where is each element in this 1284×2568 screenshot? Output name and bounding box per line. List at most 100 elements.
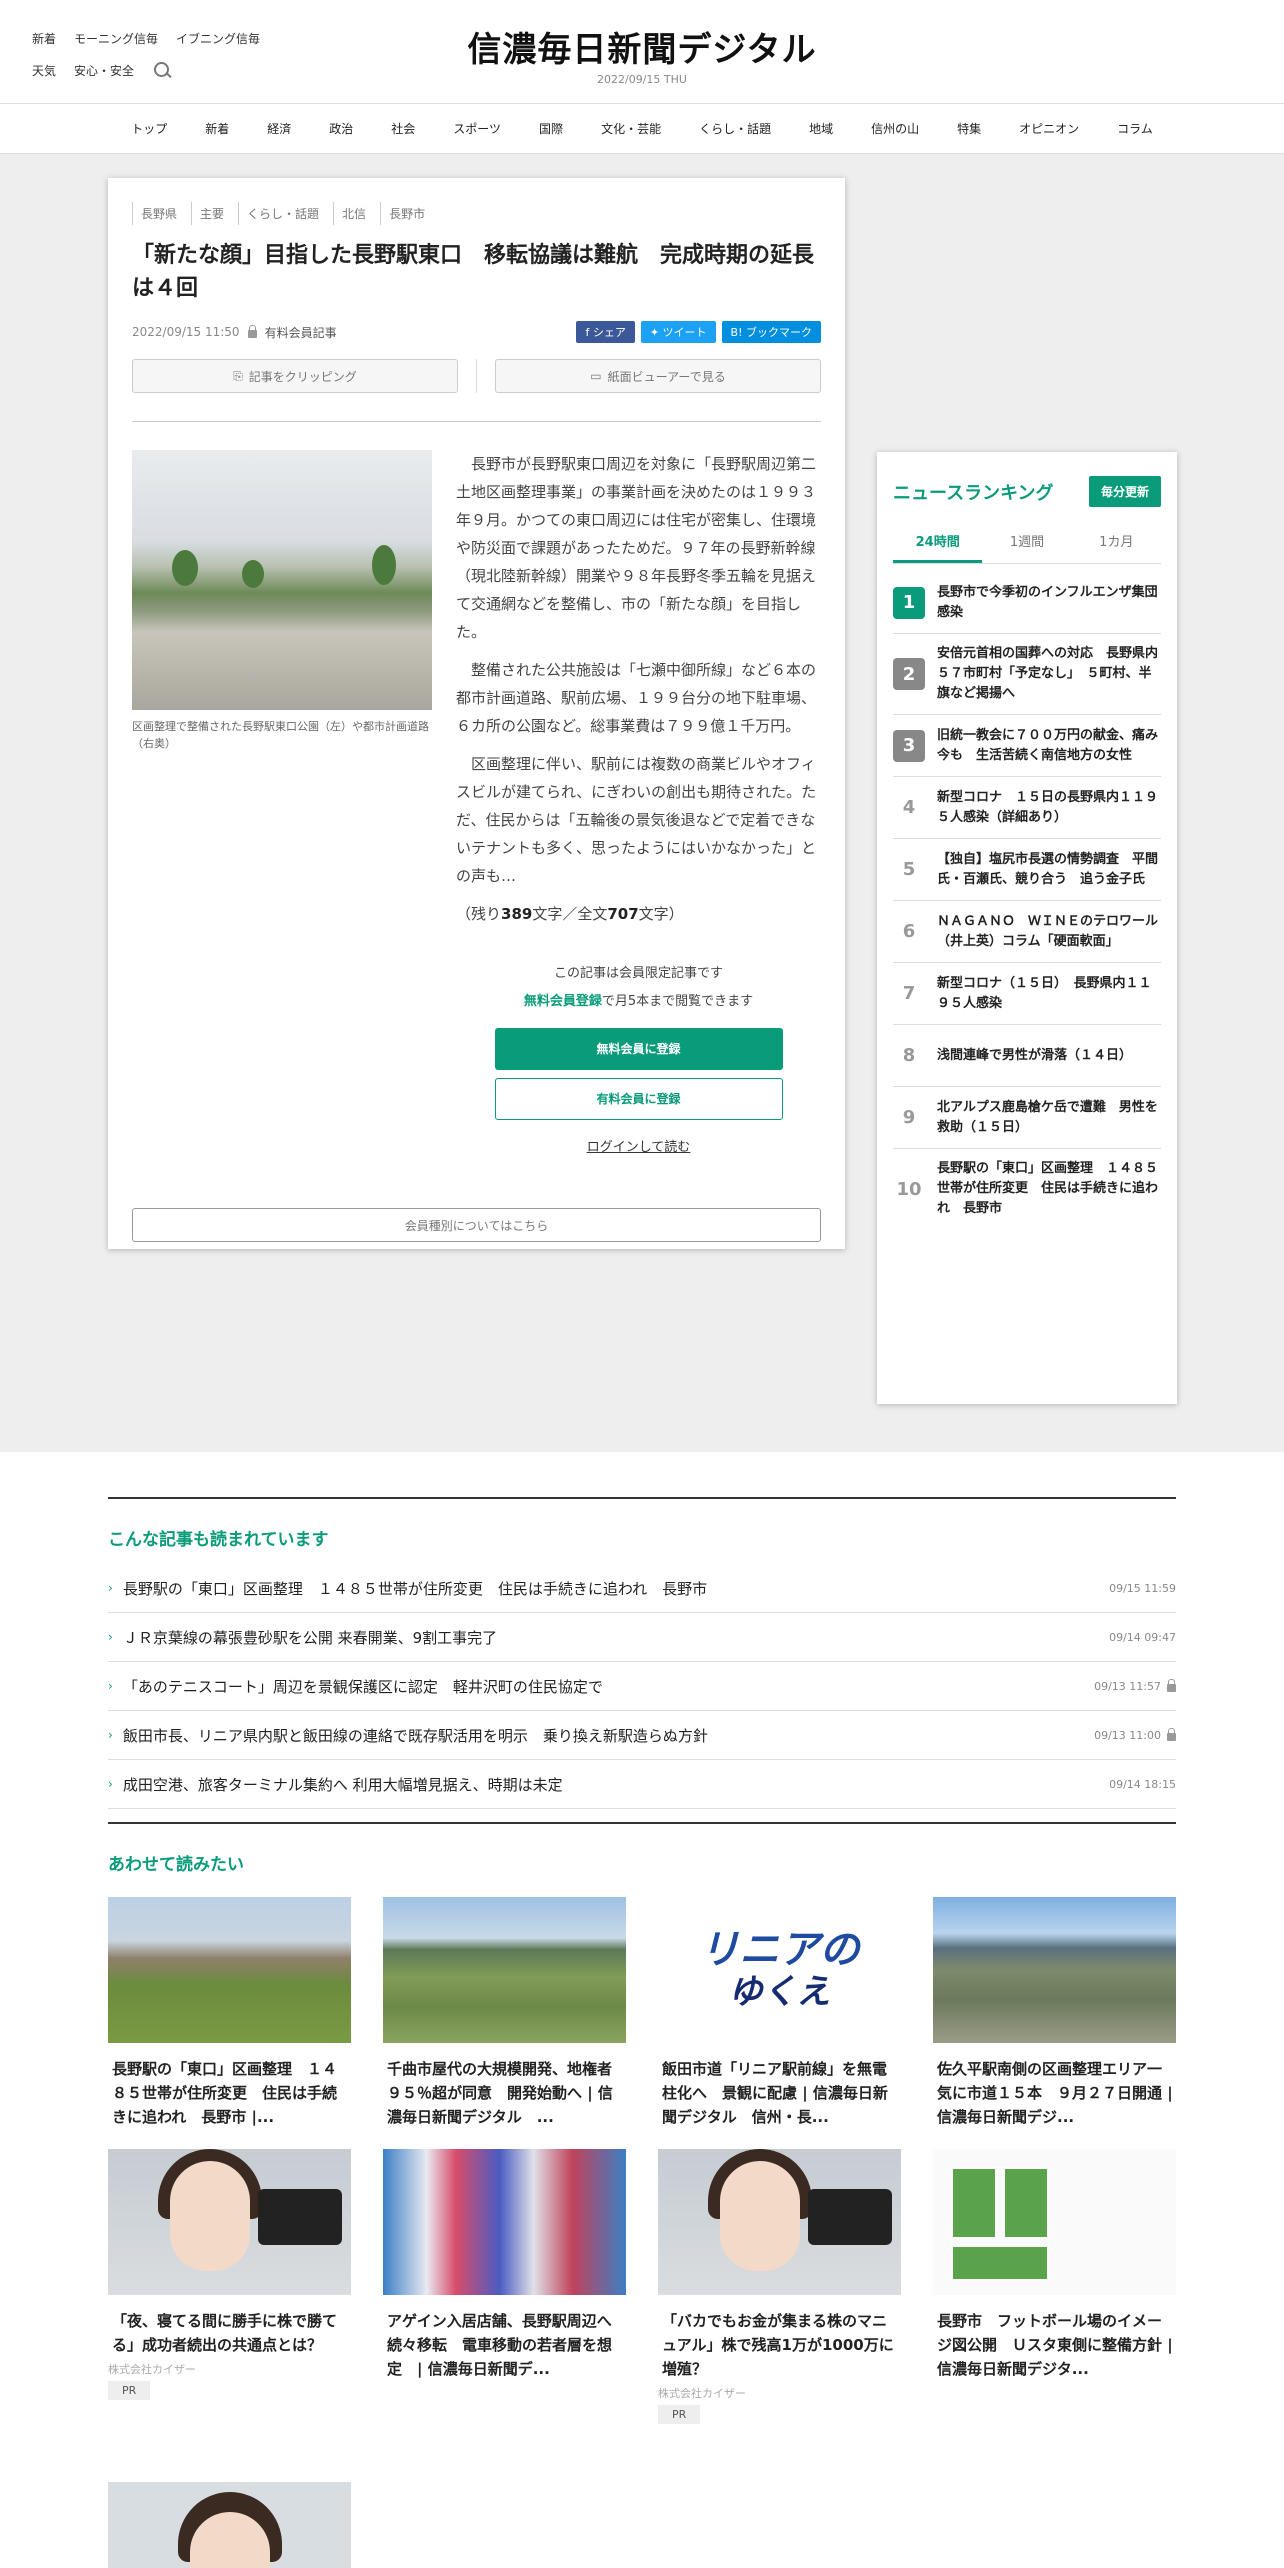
header-date: 2022/09/15 THU	[597, 73, 687, 86]
list-item[interactable]: › 「あのテニスコート」周辺を景観保護区に認定 軽井沢町の住民協定で 09/13 1…	[108, 1662, 1176, 1711]
nav-item[interactable]: 地域	[790, 120, 852, 137]
nav-item[interactable]: オピニオン	[1000, 120, 1098, 137]
card-title: 「バカでもお金が集まる株のマニュアル」株で残高1万が1000万に増殖？	[662, 2312, 894, 2378]
recommended-grid: 長野駅の「東口」区画整理 １４８５世帯が住所変更 住民は手続きに追われ 長野市 …	[108, 1897, 1176, 2424]
card-title: アゲイン入居店舗、長野駅周辺へ続々移転 電車移動の若者層を想定 | 信濃毎日新聞…	[387, 2312, 613, 2378]
nav-item[interactable]: 文化・芸能	[582, 120, 680, 137]
nav-item[interactable]: トップ	[112, 120, 186, 137]
header-link-morning[interactable]: モーニング信毎	[74, 30, 158, 47]
nav-item[interactable]: 新着	[186, 120, 248, 137]
card-thumbnail	[933, 2149, 1176, 2295]
recommended-card[interactable]: リニアの ゆくえ 飯田市道「リニア駅前線」を無電柱化へ 景観に配慮 | 信濃毎日…	[658, 1897, 901, 2129]
ad-card[interactable]: 「夜、寝てる間に勝手に株で勝てる」成功者続出の共通点とは？ 株式会社カイザー P…	[108, 2149, 351, 2424]
header-link-safety[interactable]: 安心・安全	[74, 62, 134, 79]
header-link-weather[interactable]: 天気	[32, 62, 56, 79]
rank-number: 9	[902, 1107, 916, 1128]
article-headline: 「新たな顔」目指した長野駅東口 移転協議は難航 完成時期の延長は４回	[132, 243, 815, 301]
tag[interactable]: 長野県	[132, 202, 185, 225]
ranking-title-text: 長野市で今季初のインフルエンザ集団感染	[937, 584, 1158, 620]
article-meta: 2022/09/15 11:50 有料会員記事 f シェア ✦ ツイート B! …	[132, 321, 821, 343]
paywall-line-text: で月5本まで閲覧できます	[601, 994, 754, 1009]
nav-item[interactable]: 政治	[310, 120, 372, 137]
recommended-card[interactable]: 佐久平駅南側の区画整理エリア一気に市道１５本 ９月２７日開通 | 信濃毎日新聞デ…	[933, 1897, 1176, 2129]
free-signup-link[interactable]: 無料会員登録	[524, 994, 602, 1009]
hatena-bookmark-button[interactable]: B! ブックマーク	[721, 321, 821, 343]
ranking-item[interactable]: 10 長野駅の「東口」区画整理 １４８５世帯が住所変更 住民は手続きに追われ 長野…	[893, 1149, 1161, 1229]
ad-card[interactable]: 「バカでもお金が集まる株のマニュアル」株で残高1万が1000万に増殖？ 株式会社…	[658, 2149, 901, 2424]
article-photo[interactable]	[132, 450, 432, 710]
card-thumbnail	[933, 1897, 1176, 2043]
tag[interactable]: くらし・話題	[238, 202, 327, 225]
list-item[interactable]: › 成田空港、旅客ターミナル集約へ 利用大幅増見据え、時期は未定 09/14 18:…	[108, 1760, 1176, 1809]
ranking-item[interactable]: 3 旧統一教会に７００万円の献金、痛み今も 生活苦続く南信地方の女性	[893, 715, 1161, 777]
tab-24h[interactable]: 24時間	[893, 531, 983, 563]
rank-number: 6	[902, 921, 916, 942]
total-chars: 707	[607, 905, 639, 923]
nav-item[interactable]: 信州の山	[852, 120, 938, 137]
twitter-share-button[interactable]: ✦ ツイート	[640, 321, 716, 343]
ad-source: 株式会社カイザー	[108, 2363, 196, 2376]
ad-source: 株式会社カイザー	[658, 2387, 746, 2400]
header-link-new[interactable]: 新着	[32, 30, 56, 47]
rank-number: 2	[893, 658, 925, 690]
rank-number: 10	[896, 1178, 922, 1200]
member-types-button[interactable]: 会員種別についてはこちら	[132, 1208, 821, 1242]
lock-icon	[1167, 1727, 1176, 1741]
viewer-button[interactable]: ▭ 紙面ビューアーで見る	[495, 359, 821, 393]
card-thumbnail	[383, 1897, 626, 2043]
list-item[interactable]: › ＪＲ京葉線の幕張豊砂駅を公開 来春開業、9割工事完了 09/14 09:47	[108, 1613, 1176, 1662]
recommended-card[interactable]: 長野市 フットボール場のイメージ図公開 Ｕスタ東側に整備方針 | 信濃毎日新聞デ…	[933, 2149, 1176, 2424]
ranking-item[interactable]: 6 ＮＡＧＡＮＯ ＷＩＮＥのテロワール（井上英）コラム「硬面軟面」	[893, 901, 1161, 963]
news-ranking: ニュースランキング 毎分更新 24時間 1週間 1カ月 1 長野市で今季初のインフ…	[877, 452, 1177, 1404]
nav-item[interactable]: 特集	[938, 120, 1000, 137]
paid-signup-button[interactable]: 有料会員に登録	[494, 1078, 783, 1120]
ranking-item[interactable]: 9 北アルプス鹿島槍ケ岳で遭難 男性を救助（１５日）	[893, 1087, 1161, 1149]
tag[interactable]: 北信	[333, 202, 374, 225]
article-tools: ⎘ 記事をクリッピング ▭ 紙面ビューアーで見る	[132, 359, 821, 422]
nav-item[interactable]: くらし・話題	[680, 120, 790, 137]
nav-item[interactable]: 社会	[372, 120, 434, 137]
clip-button[interactable]: ⎘ 記事をクリッピング	[132, 359, 458, 393]
twitter-share-label: ツイート	[662, 326, 707, 339]
nav-item[interactable]: コラム	[1098, 120, 1172, 137]
rank-number: 1	[893, 586, 925, 619]
ranking-list: 1 長野市で今季初のインフルエンザ集団感染 2 安倍元首相の国葬への対応 長野県内５…	[893, 572, 1161, 1229]
nav-item[interactable]: 国際	[520, 120, 582, 137]
site-logo[interactable]: 信濃毎日新聞デジタル 2022/09/15 THU	[462, 22, 822, 86]
facebook-share-label: シェア	[592, 326, 626, 339]
login-link[interactable]: ログインして読む	[587, 1134, 691, 1162]
ranking-item[interactable]: 1 長野市で今季初のインフルエンザ集団感染	[893, 572, 1161, 634]
lock-icon	[247, 324, 257, 338]
list-item[interactable]: › 飯田市長、リニア県内駅と飯田線の連絡で既存駅活用を明示 乗り換え新駅造らぬ方針…	[108, 1711, 1176, 1760]
ranking-item[interactable]: 8 浅間連峰で男性が滑落（１４日）	[893, 1025, 1161, 1087]
tab-1week[interactable]: 1週間	[982, 531, 1071, 563]
ranking-item[interactable]: 7 新型コロナ（１５日） 長野県内１１９５人感染	[893, 963, 1161, 1025]
search-icon[interactable]	[152, 60, 172, 80]
header-link-evening[interactable]: イブニング信毎	[176, 30, 260, 47]
ranking-item[interactable]: 2 安倍元首相の国葬への対応 長野県内５７市町村「予定なし」 ５町村、半旗など掲揚…	[893, 634, 1161, 715]
card-title: 佐久平駅南側の区画整理エリア一気に市道１５本 ９月２７日開通 | 信濃毎日新聞デ…	[937, 2060, 1173, 2126]
ad-thumbnail[interactable]	[108, 2482, 351, 2568]
list-item[interactable]: › 長野駅の「東口」区画整理 １４８５世帯が住所変更 住民は手続きに追われ 長野市…	[108, 1564, 1176, 1613]
pr-badge: PR	[108, 2381, 151, 2400]
facebook-share-button[interactable]: f シェア	[576, 321, 635, 343]
free-signup-button[interactable]: 無料会員に登録	[494, 1028, 783, 1070]
tab-1month[interactable]: 1カ月	[1072, 531, 1161, 563]
tag[interactable]: 主要	[191, 202, 232, 225]
card-title: 千曲市屋代の大規模開発、地権者９５％超が同意 開発始動へ | 信濃毎日新聞デジタ…	[387, 2060, 613, 2126]
list-item-title: 飯田市長、リニア県内駅と飯田線の連絡で既存駅活用を明示 乗り換え新駅造らぬ方針	[122, 1726, 708, 1745]
chevron-right-icon: ›	[108, 1630, 113, 1644]
clip-label: 記事をクリッピング	[248, 369, 357, 384]
nav-item[interactable]: スポーツ	[434, 120, 520, 137]
recommended-card[interactable]: 千曲市屋代の大規模開発、地権者９５％超が同意 開発始動へ | 信濃毎日新聞デジタ…	[383, 1897, 626, 2129]
ranking-title-text: 安倍元首相の国葬への対応 長野県内５７市町村「予定なし」 ５町村、半旗など掲揚へ	[937, 646, 1159, 701]
card-title: 長野市 フットボール場のイメージ図公開 Ｕスタ東側に整備方針 | 信濃毎日新聞デ…	[937, 2312, 1173, 2378]
ranking-item[interactable]: 4 新型コロナ １５日の長野県内１１９５人感染（詳細あり）	[893, 777, 1161, 839]
tag[interactable]: 長野市	[380, 202, 433, 225]
ranking-item[interactable]: 5 【独自】塩尻市長選の情勢調査 平間氏・百瀬氏、競り合う 追う金子氏	[893, 839, 1161, 901]
nav-item[interactable]: 経済	[248, 120, 310, 137]
recommended-card[interactable]: アゲイン入居店舗、長野駅周辺へ続々移転 電車移動の若者層を想定 | 信濃毎日新聞…	[383, 2149, 626, 2424]
recommended-card[interactable]: 長野駅の「東口」区画整理 １４８５世帯が住所変更 住民は手続きに追われ 長野市 …	[108, 1897, 351, 2129]
card-title: 長野駅の「東口」区画整理 １４８５世帯が住所変更 住民は手続きに追われ 長野市 …	[112, 2060, 338, 2126]
list-item-date: 09/14 09:47	[1109, 1630, 1176, 1644]
